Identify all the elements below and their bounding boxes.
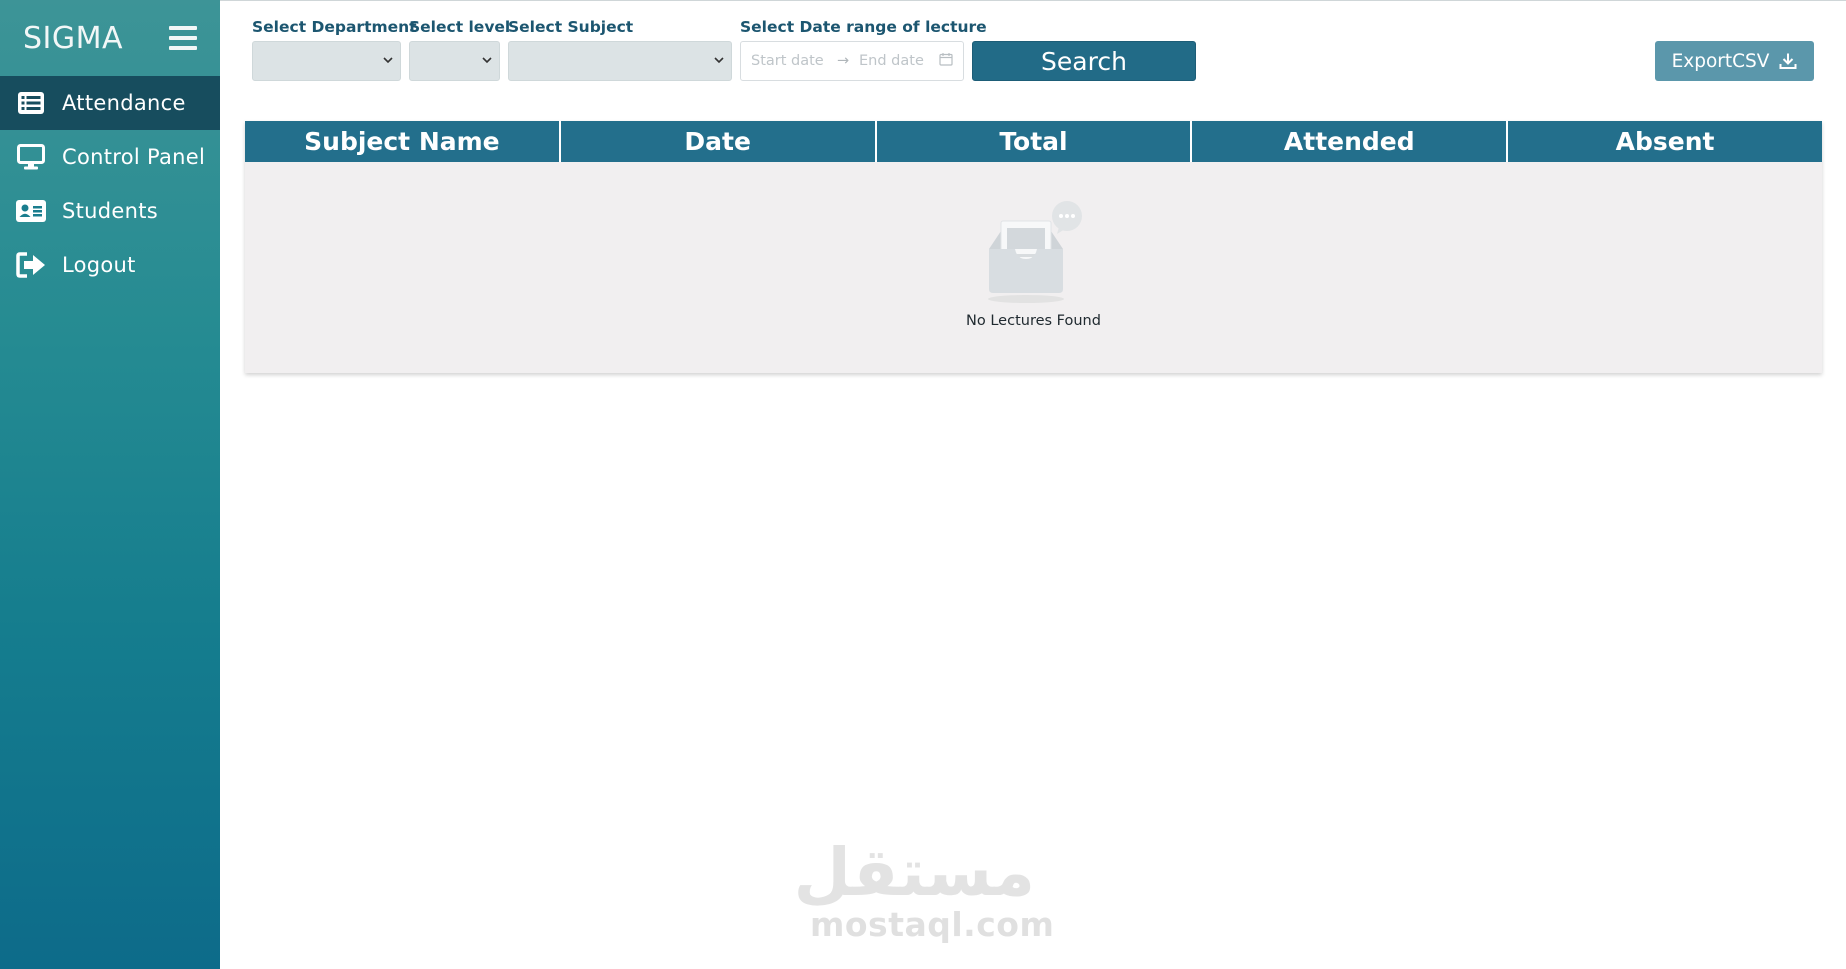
search-button[interactable]: Search bbox=[972, 41, 1196, 81]
column-header-total[interactable]: Total bbox=[876, 121, 1193, 162]
end-date-input[interactable]: End date bbox=[859, 53, 939, 69]
calendar-icon[interactable] bbox=[939, 52, 953, 70]
column-header-attended[interactable]: Attended bbox=[1192, 121, 1509, 162]
id-card-icon bbox=[16, 196, 46, 226]
download-icon bbox=[1779, 53, 1797, 69]
table-header: Subject Name Date Total Attended Absent bbox=[245, 121, 1822, 162]
column-header-subject-name[interactable]: Subject Name bbox=[245, 121, 561, 162]
top-divider bbox=[220, 0, 1846, 1]
column-header-absent[interactable]: Absent bbox=[1508, 121, 1822, 162]
subject-label: Select Subject bbox=[508, 18, 634, 36]
level-select[interactable] bbox=[409, 41, 500, 81]
empty-inbox-icon bbox=[987, 201, 1082, 303]
column-header-date[interactable]: Date bbox=[560, 121, 877, 162]
start-date-input[interactable]: Start date bbox=[751, 53, 837, 69]
level-label: Select level bbox=[409, 18, 511, 36]
menu-toggle-icon[interactable] bbox=[169, 26, 197, 50]
lectures-table: Subject Name Date Total Attended Absent … bbox=[245, 121, 1822, 373]
sidebar-item-students[interactable]: Students bbox=[0, 184, 220, 238]
date-range-picker[interactable]: Start date → End date bbox=[740, 41, 964, 81]
sidebar-item-logout[interactable]: Logout bbox=[0, 238, 220, 292]
date-range-label: Select Date range of lecture bbox=[740, 18, 987, 36]
sidebar-item-control-panel[interactable]: Control Panel bbox=[0, 130, 220, 184]
subject-select[interactable] bbox=[508, 41, 732, 81]
watermark: مستقل mostaql.com bbox=[793, 834, 1055, 944]
logout-icon bbox=[16, 250, 46, 280]
empty-state-text: No Lectures Found bbox=[966, 313, 1101, 329]
sidebar-item-label: Attendance bbox=[62, 91, 186, 115]
monitor-icon bbox=[16, 142, 46, 172]
export-csv-label: ExportCSV bbox=[1671, 50, 1770, 72]
chevron-down-icon bbox=[482, 57, 492, 64]
chevron-down-icon bbox=[383, 57, 393, 64]
range-arrow-icon: → bbox=[837, 53, 850, 69]
department-select[interactable] bbox=[252, 41, 401, 81]
sidebar-item-label: Students bbox=[62, 199, 159, 223]
list-icon bbox=[16, 88, 46, 118]
department-label: Select Department bbox=[252, 18, 417, 36]
watermark-latin: mostaql.com bbox=[810, 905, 1055, 944]
sidebar-item-label: Control Panel bbox=[62, 145, 206, 169]
brand-bar: SIGMA bbox=[0, 0, 220, 76]
brand-title: SIGMA bbox=[23, 20, 124, 56]
sidebar-item-attendance[interactable]: Attendance bbox=[0, 76, 220, 130]
empty-state: No Lectures Found bbox=[245, 201, 1822, 329]
chevron-down-icon bbox=[714, 57, 724, 64]
sidebar: SIGMA Attendance Control Panel Students … bbox=[0, 0, 220, 969]
export-csv-button[interactable]: ExportCSV bbox=[1655, 41, 1814, 81]
sidebar-item-label: Logout bbox=[62, 253, 136, 277]
watermark-arabic: مستقل bbox=[793, 834, 1035, 911]
